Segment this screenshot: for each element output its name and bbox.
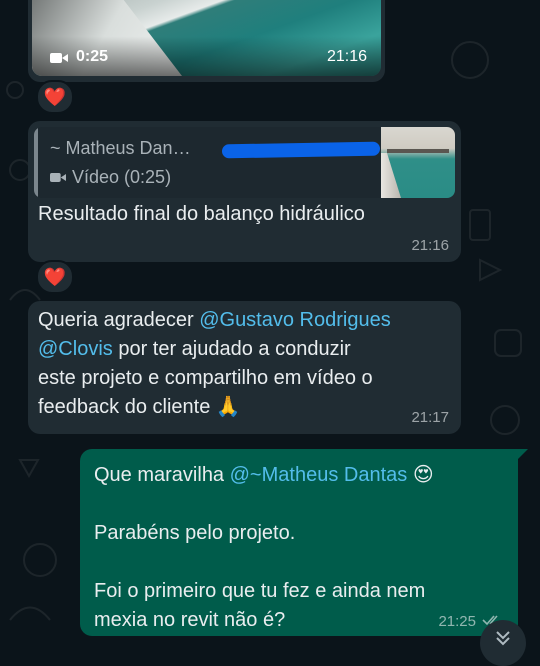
folded-hands-emoji: 🙏 [215, 396, 241, 418]
text-fragment: Foi o primeiro que tu fez e ainda nem [94, 580, 426, 602]
text-fragment: feedback do cliente [38, 396, 211, 418]
reaction-badge[interactable]: ❤️ [36, 260, 74, 294]
video-camera-icon [50, 51, 68, 63]
video-thumbnail[interactable]: 0:25 21:16 [32, 0, 381, 76]
outgoing-message[interactable]: Que maravilha @~Matheus Dantas 😍 Parabéns… [80, 449, 528, 636]
text-fragment: Parabéns pelo projeto. [94, 522, 296, 544]
mention-link[interactable]: @Gustavo Rodrigues [199, 309, 391, 331]
mention-link[interactable]: @~Matheus Dantas [230, 464, 408, 486]
text-fragment: Que maravilha [94, 464, 230, 486]
video-message[interactable]: 0:25 21:16 [28, 0, 385, 82]
thanks-message[interactable]: Queria agradecer @Gustavo Rodrigues @Clov… [28, 301, 461, 434]
text-fragment: por ter ajudado a conduzir [112, 338, 351, 360]
heart-icon: ❤️ [43, 86, 67, 107]
message-time: 21:16 [326, 48, 367, 65]
quote-accent-bar [34, 127, 38, 198]
quote-media-label: Vídeo (0:25) [50, 167, 171, 188]
message-text: Queria agradecer @Gustavo Rodrigues @Clov… [38, 306, 458, 422]
mention-link[interactable]: @Clovis [38, 338, 113, 360]
text-fragment: mexia no revit não é? [94, 609, 286, 631]
quoted-message[interactable]: ~ Matheus Dan… Vídeo (0:25) [34, 127, 455, 198]
heart-icon: ❤️ [43, 266, 67, 287]
quote-media-text: Vídeo (0:25) [72, 167, 172, 187]
reply-message[interactable]: ~ Matheus Dan… Vídeo (0:25) Resultado fi… [28, 121, 461, 262]
message-time: 21:25 [438, 613, 476, 630]
quote-thumbnail [381, 127, 455, 198]
video-camera-icon [50, 173, 66, 182]
message-text: Que maravilha @~Matheus Dantas 😍 Parabéns… [94, 461, 514, 635]
message-time: 21:16 [411, 237, 449, 254]
video-duration: 0:25 [50, 48, 108, 66]
quote-author: ~ Matheus Dan… [50, 138, 191, 158]
message-time: 21:17 [411, 409, 449, 426]
text-fragment: Queria agradecer [38, 309, 200, 331]
redaction-mark [221, 141, 381, 159]
text-fragment: este projeto e compartilho em vídeo o [38, 367, 373, 389]
heart-eyes-emoji: 😍 [412, 464, 434, 486]
video-duration-label: 0:25 [76, 48, 109, 65]
chevron-down-icon [496, 631, 510, 646]
message-text: Resultado final do balanço hidráulico [38, 203, 365, 225]
scroll-to-bottom-button[interactable] [480, 620, 526, 666]
reaction-badge[interactable]: ❤️ [36, 80, 74, 114]
